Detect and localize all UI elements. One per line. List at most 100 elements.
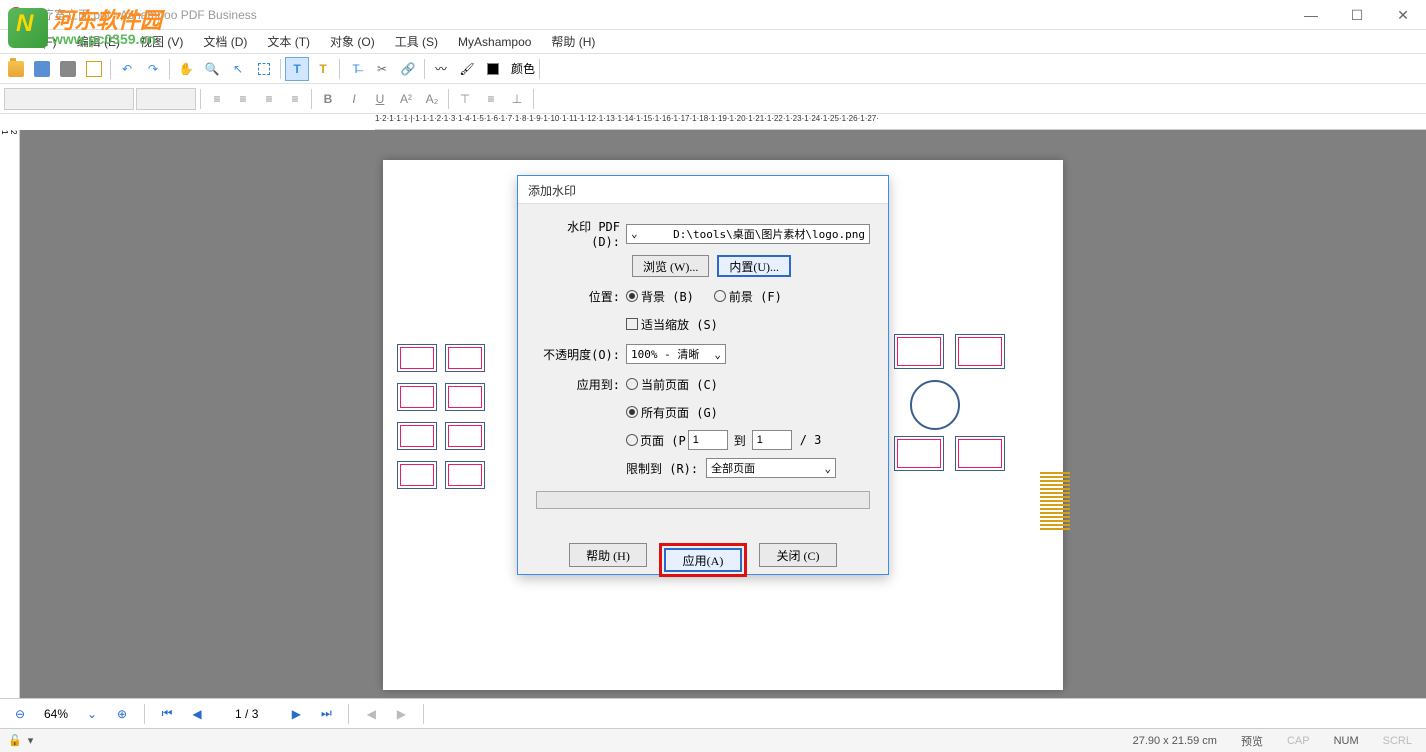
- color-button[interactable]: [481, 57, 505, 81]
- menu-object[interactable]: 对象 (O): [324, 31, 381, 52]
- crop-button[interactable]: ✂: [370, 57, 394, 81]
- maximize-button[interactable]: ☐: [1334, 0, 1380, 30]
- brush-button[interactable]: 🖌: [455, 57, 479, 81]
- underline-button[interactable]: U: [368, 87, 392, 111]
- minimize-button[interactable]: —: [1288, 0, 1334, 30]
- font-family-select[interactable]: [4, 88, 134, 110]
- strikethrough-icon: T̶: [352, 62, 359, 76]
- wave-button[interactable]: 〰: [429, 57, 453, 81]
- position-background-radio[interactable]: 背景 (B): [626, 288, 694, 305]
- menu-help[interactable]: 帮助 (H): [545, 31, 601, 52]
- first-page-button[interactable]: ⏮: [155, 702, 179, 726]
- font-size-select[interactable]: [136, 88, 196, 110]
- undo-button[interactable]: ↶: [115, 57, 139, 81]
- menubar: 文件 (F) 编辑 (E) 视图 (V) 文档 (D) 文本 (T) 对象 (O…: [0, 30, 1426, 54]
- zoom-in-button[interactable]: ⊕: [110, 702, 134, 726]
- menu-tools[interactable]: 工具 (S): [389, 31, 444, 52]
- opacity-select[interactable]: 100% - 清晰 ⌄: [626, 344, 726, 364]
- save-button[interactable]: [30, 57, 54, 81]
- valign-top-button[interactable]: ⊤: [453, 87, 477, 111]
- folder-open-icon: [8, 61, 24, 77]
- minus-icon: ⊖: [15, 707, 25, 721]
- builtin-button[interactable]: 内置(U)...: [717, 255, 791, 277]
- radio-icon: [626, 378, 638, 390]
- apply-pages-radio[interactable]: 页面 (P 到 / 3: [626, 430, 821, 450]
- select-tool-button[interactable]: [252, 57, 276, 81]
- restrict-select[interactable]: 全部页面 ⌄: [706, 458, 836, 478]
- close-dialog-button[interactable]: 关闭 (C): [759, 543, 837, 567]
- redo-button[interactable]: ↷: [141, 57, 165, 81]
- pointer-tool-button[interactable]: ↖: [226, 57, 250, 81]
- mail-button[interactable]: [82, 57, 106, 81]
- apply-current-radio[interactable]: 当前页面 (C): [626, 376, 718, 393]
- menu-edit[interactable]: 编辑 (E): [71, 31, 126, 52]
- apply-all-radio[interactable]: 所有页面 (G): [626, 404, 718, 421]
- lock-icon: 🔓: [8, 734, 22, 747]
- opacity-value: 100% - 清晰: [631, 346, 699, 362]
- page-to-input[interactable]: [752, 430, 792, 450]
- save-icon: [34, 61, 50, 77]
- hand-tool-button[interactable]: ✋: [174, 57, 198, 81]
- watermark-path-field[interactable]: ⌄ D:\tools\桌面\图片素材\logo.png: [626, 224, 870, 244]
- forward-icon: ▶: [397, 707, 406, 721]
- bold-icon: B: [324, 92, 333, 106]
- zoom-dropdown-button[interactable]: ⌄: [80, 702, 104, 726]
- close-button[interactable]: ✕: [1380, 0, 1426, 30]
- align-right-button[interactable]: ≡: [257, 87, 281, 111]
- prev-page-button[interactable]: ◀: [185, 702, 209, 726]
- window-title: 医疗室立面.pdf - Ashampoo PDF Business: [30, 6, 257, 23]
- print-icon: [60, 61, 76, 77]
- app-icon: [8, 7, 24, 23]
- separator: [423, 704, 424, 724]
- page-from-input[interactable]: [688, 430, 728, 450]
- position-foreground-radio[interactable]: 前景 (F): [714, 288, 782, 305]
- bold-button[interactable]: B: [316, 87, 340, 111]
- apply-button[interactable]: 应用(A): [664, 548, 742, 572]
- preview-mode[interactable]: 预览: [1235, 733, 1269, 749]
- statusbar: 🔓 ▾ 27.90 x 21.59 cm 预览 CAP NUM SCRL: [0, 728, 1426, 752]
- valign-bottom-button[interactable]: ⊥: [505, 87, 529, 111]
- text-tool-button[interactable]: T: [285, 57, 309, 81]
- menu-text[interactable]: 文本 (T): [261, 31, 316, 52]
- nav-back-button[interactable]: ◀: [359, 702, 383, 726]
- browse-button[interactable]: 浏览 (W)...: [632, 255, 709, 277]
- separator: [110, 59, 111, 79]
- link-button[interactable]: 🔗: [396, 57, 420, 81]
- vertical-ruler: 123456789101112131415161718192021222324: [0, 130, 20, 698]
- zoom-out-button[interactable]: ⊖: [8, 702, 32, 726]
- last-icon: ⏭: [321, 706, 332, 721]
- magnifier-icon: 🔍: [205, 62, 220, 76]
- page-to-label: 到: [734, 432, 746, 449]
- format-toolbar: ≡ ≡ ≡ ≡ B I U A² A₂ ⊤ ≡ ⊥: [0, 84, 1426, 114]
- last-page-button[interactable]: ⏭: [314, 702, 338, 726]
- text-icon: T: [293, 62, 300, 76]
- separator: [144, 704, 145, 724]
- menu-document[interactable]: 文档 (D): [197, 31, 253, 52]
- open-button[interactable]: [4, 57, 28, 81]
- restrict-value: 全部页面: [711, 460, 755, 476]
- align-center-button[interactable]: ≡: [231, 87, 255, 111]
- italic-button[interactable]: I: [342, 87, 366, 111]
- help-button[interactable]: 帮助 (H): [569, 543, 647, 567]
- print-button[interactable]: [56, 57, 80, 81]
- subscript-button[interactable]: A₂: [420, 87, 444, 111]
- navigation-bar: ⊖ 64% ⌄ ⊕ ⏮ ◀ 1 / 3 ▶ ⏭ ◀ ▶: [0, 698, 1426, 728]
- chevron-down-icon: ⌄: [87, 707, 97, 721]
- nav-forward-button[interactable]: ▶: [389, 702, 413, 726]
- next-page-button[interactable]: ▶: [284, 702, 308, 726]
- textbox-tool-button[interactable]: T: [311, 57, 335, 81]
- menu-view[interactable]: 视图 (V): [134, 31, 189, 52]
- menu-myashampoo[interactable]: MyAshampoo: [452, 33, 537, 51]
- status-dropdown[interactable]: ▾: [28, 734, 34, 747]
- superscript-button[interactable]: A²: [394, 87, 418, 111]
- align-justify-button[interactable]: ≡: [283, 87, 307, 111]
- radio-icon: [714, 290, 726, 302]
- menu-file[interactable]: 文件 (F): [8, 31, 63, 52]
- zoom-tool-button[interactable]: 🔍: [200, 57, 224, 81]
- align-left-button[interactable]: ≡: [205, 87, 229, 111]
- page-dimensions: 27.90 x 21.59 cm: [1127, 735, 1223, 747]
- valign-middle-button[interactable]: ≡: [479, 87, 503, 111]
- page-total-label: / 3: [800, 433, 822, 447]
- strikethrough-button[interactable]: T̶: [344, 57, 368, 81]
- scale-fit-checkbox[interactable]: 适当缩放 (S): [626, 316, 718, 333]
